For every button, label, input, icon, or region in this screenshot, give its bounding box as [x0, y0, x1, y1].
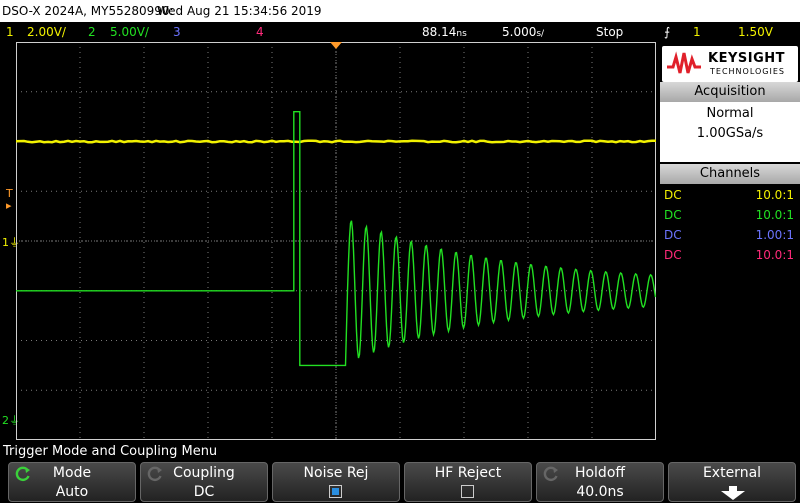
ch2-scale[interactable]: 5.00V/ [110, 22, 149, 42]
trigger-position-marker [330, 42, 342, 49]
hf-reject-softkey[interactable]: HF Reject [404, 462, 532, 502]
graticule [16, 42, 656, 440]
model-serial: DSO-X 2024A, MY55280990: [2, 0, 174, 22]
trigger-level-marker: T ▸ [6, 188, 13, 212]
side-panel: KEYSIGHT TECHNOLOGIES Acquisition Normal… [660, 42, 800, 442]
ch2-number[interactable]: 2 [88, 22, 96, 42]
external-softkey[interactable]: External [668, 462, 796, 502]
channel-row-1[interactable]: DC 10.0:1 [662, 185, 796, 205]
logo-text: KEYSIGHT [708, 51, 785, 66]
keysight-wave-icon [667, 51, 701, 77]
trigger-source[interactable]: 1 [693, 22, 701, 42]
waveform-display[interactable] [16, 42, 656, 440]
ch3-number[interactable]: 3 [173, 22, 181, 42]
acquisition-mode: Normal [660, 104, 800, 124]
coupling-softkey[interactable]: Coupling DC [140, 462, 268, 502]
run-state[interactable]: Stop [596, 22, 623, 42]
hf-reject-checkbox[interactable] [461, 485, 474, 498]
horizontal-delay[interactable]: 88.14ns [422, 22, 467, 44]
ch1-number[interactable]: 1 [6, 22, 14, 42]
ch4-number[interactable]: 4 [256, 22, 264, 42]
date-time: Wed Aug 21 15:34:56 2019 [157, 0, 322, 22]
channel-row-3[interactable]: DC 1.00:1 [662, 225, 796, 245]
timebase-scale[interactable]: 5.000s/ [502, 22, 544, 44]
noise-reject-checkbox[interactable] [329, 485, 342, 498]
menu-title: Trigger Mode and Coupling Menu [0, 443, 800, 461]
logo-subtext: TECHNOLOGIES [710, 67, 785, 76]
noise-reject-softkey[interactable]: Noise Rej [272, 462, 400, 502]
trigger-level[interactable]: 1.50V [738, 22, 773, 42]
channel-row-2[interactable]: DC 10.0:1 [662, 205, 796, 225]
channel-row-4[interactable]: DC 10.0:1 [662, 245, 796, 265]
ch1-waveform [16, 141, 656, 142]
arrow-down-icon [719, 486, 747, 500]
info-bar: DSO-X 2024A, MY55280990: Wed Aug 21 15:3… [0, 0, 800, 22]
holdoff-softkey[interactable]: Holdoff 40.0ns [536, 462, 664, 502]
channels-list: DC 10.0:1 DC 10.0:1 DC 1.00:1 DC 10.0:1 [660, 185, 800, 269]
acquisition-header[interactable]: Acquisition [660, 82, 800, 102]
trigger-edge-icon: ⨍ [664, 22, 670, 42]
keysight-logo: KEYSIGHT TECHNOLOGIES [662, 46, 798, 82]
sample-rate: 1.00GSa/s [660, 124, 800, 144]
mode-softkey[interactable]: Mode Auto [8, 462, 136, 502]
channels-header[interactable]: Channels [660, 164, 800, 184]
acquisition-panel: Normal 1.00GSa/s [660, 102, 800, 162]
channel-status-bar: 1 2.00V/ 2 5.00V/ 3 4 88.14ns 5.000s/ St… [0, 22, 800, 42]
ch1-scale[interactable]: 2.00V/ [27, 22, 66, 42]
